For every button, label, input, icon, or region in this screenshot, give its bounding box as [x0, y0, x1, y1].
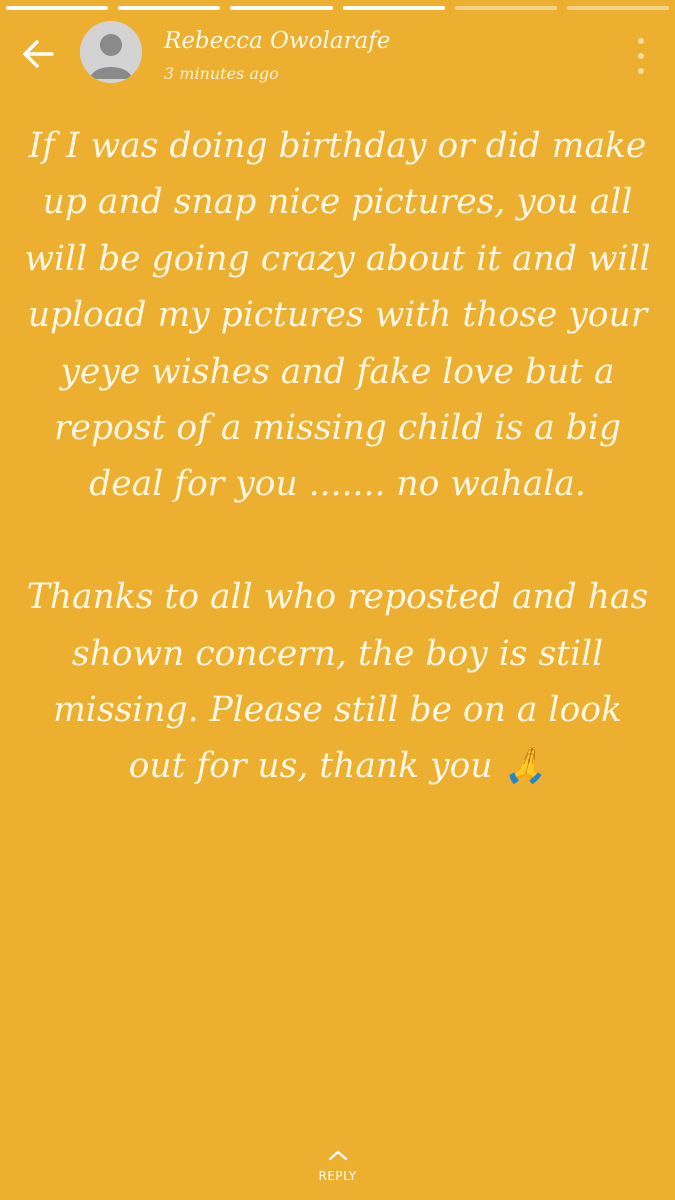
status-paragraph: If I was doing birthday or did make up a…	[24, 126, 651, 505]
more-options-button[interactable]	[631, 38, 651, 74]
back-arrow-icon	[23, 40, 54, 68]
back-button[interactable]	[18, 34, 58, 74]
progress-segment	[230, 6, 333, 10]
more-vert-icon	[638, 38, 644, 44]
status-text: If I was doing birthday or did make up a…	[20, 118, 655, 795]
story-progress-bar	[6, 6, 670, 10]
story-header: Rebecca Owolarafe 3 minutes ago	[0, 18, 675, 90]
progress-segment	[454, 6, 557, 10]
reply-button[interactable]: REPLY	[0, 1149, 675, 1184]
progress-segment	[566, 6, 670, 10]
avatar[interactable]	[80, 21, 142, 83]
default-avatar-icon	[80, 21, 142, 83]
progress-segment	[118, 6, 221, 10]
chevron-up-icon	[328, 1150, 347, 1161]
reply-label: REPLY	[318, 1169, 357, 1183]
status-paragraph: Thanks to all who reposted and has shown…	[26, 577, 649, 787]
progress-segment	[6, 6, 109, 10]
author-name: Rebecca Owolarafe	[164, 28, 391, 54]
post-timestamp: 3 minutes ago	[164, 64, 279, 83]
progress-segment	[342, 6, 445, 10]
